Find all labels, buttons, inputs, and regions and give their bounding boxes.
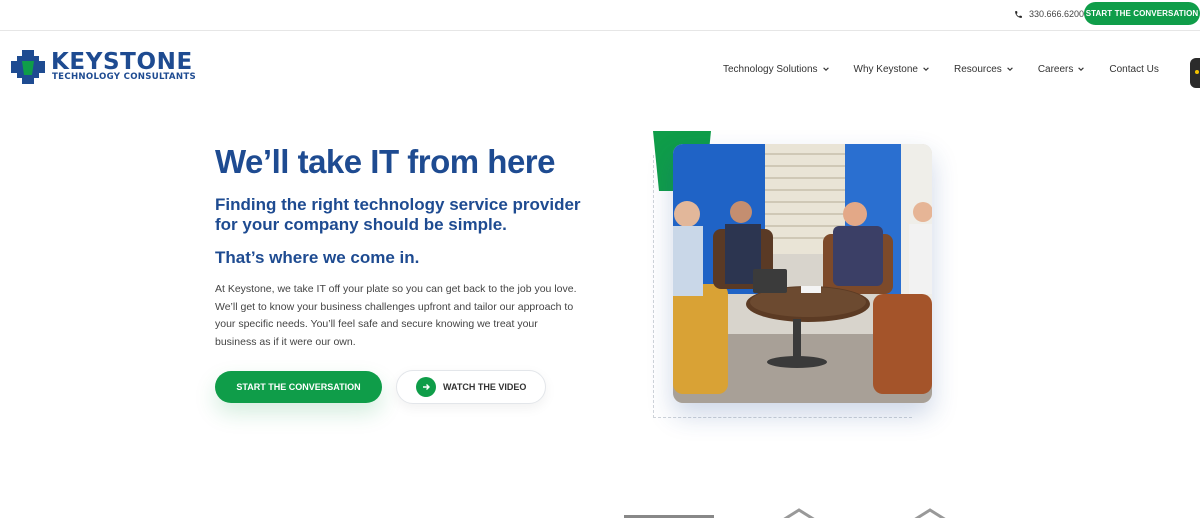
keystone-logo[interactable]: KEYSTONE TECHNOLOGY CONSULTANTS [11,50,226,86]
nav-resources[interactable]: Resources [954,64,1014,75]
logo-wordmark: KEYSTONE [51,49,193,75]
phone-icon [1015,10,1022,18]
chevron-down-icon [822,67,829,71]
award-badge-icon [783,508,815,518]
hero-team-meeting-photo [673,144,932,403]
nav-label: Resources [954,63,1002,75]
arrow-right-icon [416,377,436,397]
start-conversation-button[interactable]: START THE CONVERSATION [215,371,382,403]
nav-contact-us[interactable]: Contact Us [1109,64,1158,75]
hero-subtitle-2: That’s where we come in. [215,248,420,267]
hero-body-text: At Keystone, we take IT off your plate s… [215,283,577,348]
nav-careers[interactable]: Careers [1038,64,1086,75]
phone-number: 330.666.6200 [1029,9,1085,19]
top-utility-bar: 330.666.6200 START THE CONVERSATION [0,0,1200,31]
widget-dot-icon [1195,70,1199,74]
chevron-down-icon [1007,67,1013,71]
award-badge-icon [914,508,946,518]
nav-why-keystone[interactable]: Why Keystone [854,64,930,75]
chevron-down-icon [1078,67,1085,71]
nav-label: Contact Us [1109,63,1159,75]
hero-title: We’ll take IT from here [215,143,556,180]
logo-tagline: TECHNOLOGY CONSULTANTS [52,72,196,82]
watch-video-button[interactable]: WATCH THE VIDEO [396,370,546,404]
chevron-down-icon [923,67,929,71]
hero-subtitle: Finding the right technology service pro… [215,195,581,234]
nav-technology-solutions[interactable]: Technology Solutions [723,64,830,75]
accessibility-widget-tab[interactable] [1190,58,1200,88]
decorative-dashed-line [653,417,912,418]
phone-link[interactable]: 330.666.6200 [1014,7,1084,21]
top-start-conversation-button[interactable]: START THE CONVERSATION [1084,2,1200,25]
nav-label: Careers [1037,63,1074,75]
keystone-shield-icon [11,50,45,84]
main-nav: Technology Solutions Why Keystone Resour… [723,62,1159,76]
nav-label: Why Keystone [853,63,918,75]
watch-video-label: WATCH THE VIDEO [443,382,527,392]
nav-label: Technology Solutions [723,63,818,75]
